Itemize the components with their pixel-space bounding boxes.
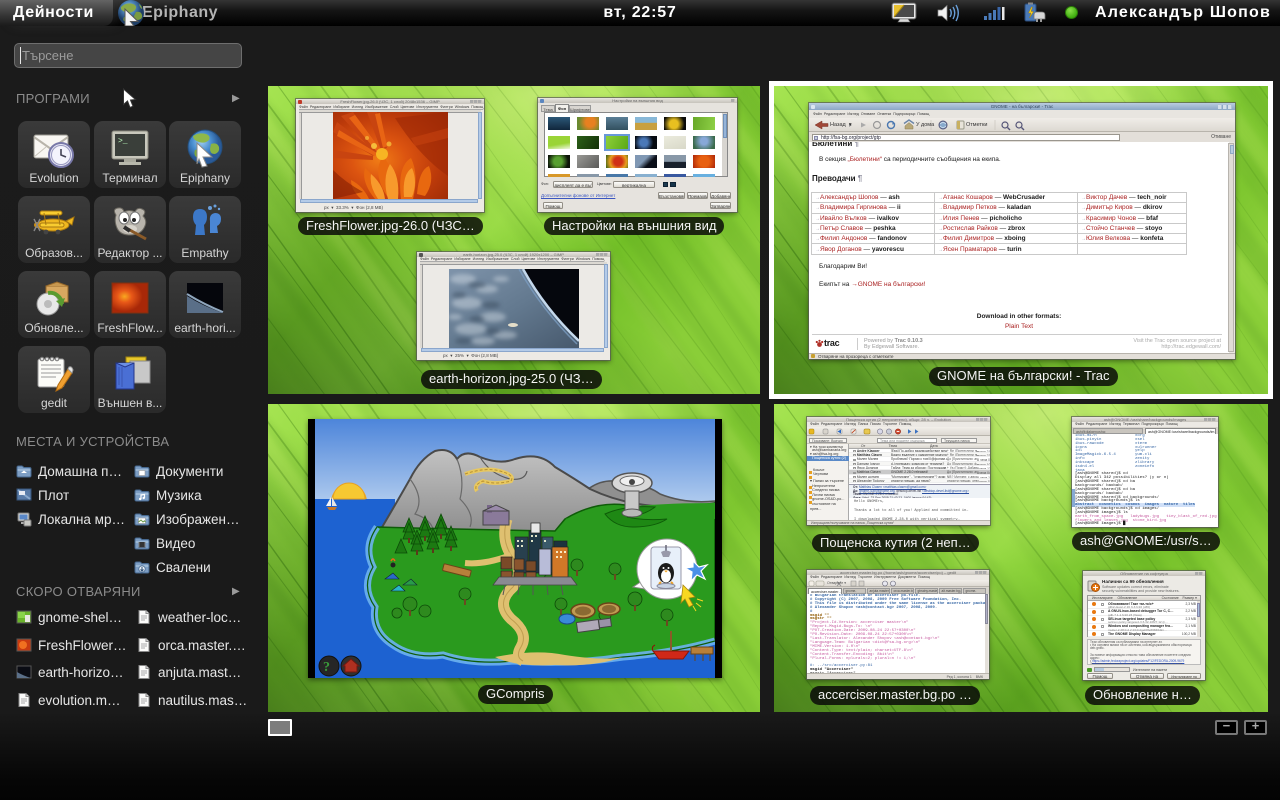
svg-text:>_: >_ bbox=[118, 137, 128, 146]
svg-text:?: ? bbox=[323, 660, 330, 675]
